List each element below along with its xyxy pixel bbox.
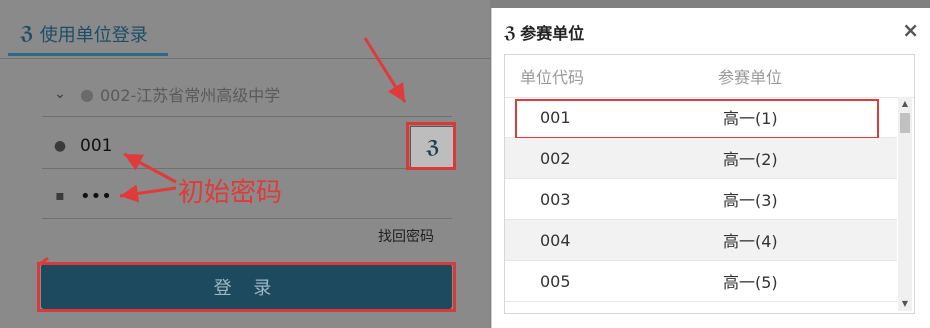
column-header-code: 单位代码 xyxy=(520,68,585,87)
dialog-title-text: 参赛单位 xyxy=(520,24,585,43)
unit-table: 单位代码 参赛单位 001 高一(1) 002 高一(2) 003 高一(3) … xyxy=(504,54,915,314)
scroll-up-icon[interactable]: ▲ xyxy=(898,97,912,111)
close-icon[interactable]: × xyxy=(902,18,919,42)
table-row[interactable]: 002 高一(2) xyxy=(505,138,897,179)
brand-logo-icon: ℨ xyxy=(504,22,517,42)
cell-unit: 高一(5) xyxy=(723,273,778,292)
cell-unit: 高一(3) xyxy=(723,191,778,210)
column-header-unit: 参赛单位 xyxy=(718,68,783,87)
table-header: 单位代码 参赛单位 xyxy=(505,55,914,98)
cell-unit: 高一(2) xyxy=(723,150,778,169)
cell-code: 003 xyxy=(540,189,571,209)
arrow-to-username xyxy=(123,152,177,184)
table-body: 001 高一(1) 002 高一(2) 003 高一(3) 004 高一(4) … xyxy=(505,97,897,302)
table-row[interactable]: 001 高一(1) xyxy=(505,97,897,139)
scroll-down-icon[interactable]: ▼ xyxy=(898,297,912,311)
dialog-title: ℨ 参赛单位 xyxy=(504,20,584,44)
table-row[interactable]: 003 高一(3) xyxy=(505,179,897,220)
cell-unit: 高一(4) xyxy=(723,232,778,251)
cell-code: 002 xyxy=(540,148,571,168)
cell-unit: 高一(1) xyxy=(723,109,778,128)
table-scrollbar[interactable]: ▲ ▼ xyxy=(898,97,912,311)
scroll-thumb[interactable] xyxy=(900,113,910,133)
table-row[interactable]: 005 高一(5) xyxy=(505,261,897,302)
cell-code: 004 xyxy=(540,230,571,250)
arrow-to-password xyxy=(119,184,177,203)
cell-code: 005 xyxy=(540,271,571,291)
cell-code: 001 xyxy=(540,107,571,127)
arrow-to-picker xyxy=(363,37,407,103)
table-row[interactable]: 004 高一(4) xyxy=(505,220,897,261)
arrow-to-login xyxy=(39,256,49,266)
unit-select-dialog: ℨ 参赛单位 × 单位代码 参赛单位 001 高一(1) 002 高一(2) 0… xyxy=(491,8,930,328)
